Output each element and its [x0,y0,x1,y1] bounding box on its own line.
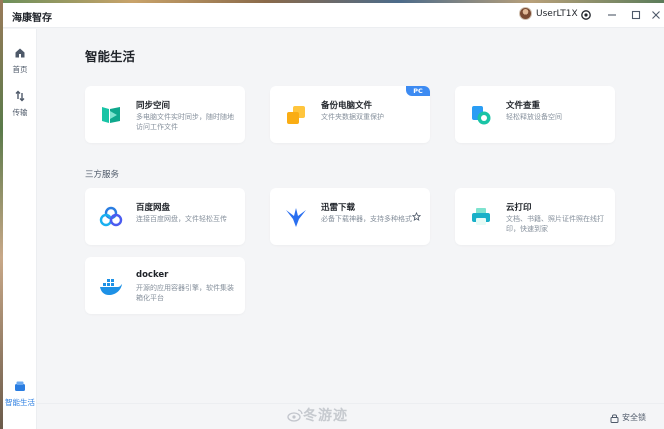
card-backup-files[interactable]: PC 备份电脑文件 文件夹数据双重保护 [270,86,430,143]
dedupe-icon [472,106,491,125]
transfer-icon [15,90,25,102]
card-cloud-print[interactable]: 云打印 文档、书籍、照片证件照在线打印，快速到家 [455,188,615,245]
card-description: 文档、书籍、照片证件照在线打印，快速到家 [506,215,604,233]
sidebar-item-smart-life[interactable]: 智能生活 [3,377,37,407]
card-title: 备份电脑文件 [321,101,373,111]
weibo-watermark-icon [287,409,303,422]
user-menu[interactable]: UserLT1X [519,7,578,20]
section-title-third-party: 三方服务 [85,170,120,180]
security-lock-button[interactable]: 安全锁 [610,412,646,423]
card-title: 迅雷下载 [321,203,356,213]
main-content: 智能生活 同步空间 多电脑文件实时同步，随时随地访问工作文件 PC 备份电脑文件… [37,29,664,403]
status-bar: 冬游迹 安全锁 [37,403,664,429]
sync-space-icon [102,107,120,123]
backup-icon [287,106,305,124]
sidebar-item-transfer[interactable]: 传输 [3,87,37,117]
sidebar-item-label: 首页 [12,65,28,74]
card-description: 轻松释放设备空间 [506,113,562,121]
card-description: 必备下载神器，支持多种格式 [321,215,412,223]
card-title: 文件查重 [506,101,541,111]
close-icon[interactable] [650,9,662,21]
cloud-print-icon [472,208,490,225]
card-sync-space[interactable]: 同步空间 多电脑文件实时同步，随时随地访问工作文件 [85,86,245,143]
card-description: 开源的应用容器引擎，软件集装箱化平台 [136,284,234,302]
username: UserLT1X [536,8,578,19]
pc-badge: PC [406,86,430,96]
card-title: docker [136,270,169,280]
card-title: 百度网盘 [136,203,171,213]
baidu-netdisk-icon [99,206,123,227]
sidebar-item-home[interactable]: 首页 [3,44,37,74]
avatar [519,7,532,20]
watermark-text: 冬游迹 [303,408,348,424]
card-baidu-netdisk[interactable]: 百度网盘 连接百度网盘，文件轻松互传 [85,188,245,245]
card-title: 同步空间 [136,101,171,111]
lock-label: 安全锁 [622,413,646,422]
docker-icon [100,279,122,295]
lock-icon [610,413,619,423]
watermark: 冬游迹 [287,405,348,425]
title-bar: 海康智存 UserLT1X [3,3,664,28]
app-window: 海康智存 UserLT1X 首页 传输 智能生活 智能生活 同步空间 多电脑文件… [0,0,664,429]
card-file-dedupe[interactable]: 文件查重 轻松释放设备空间 [455,86,615,143]
app-title: 海康智存 [12,13,52,24]
card-description: 文件夹数据双重保护 [321,113,384,121]
card-thunder-download[interactable]: 迅雷下载 必备下载神器，支持多种格式 [270,188,430,245]
card-docker[interactable]: docker 开源的应用容器引擎，软件集装箱化平台 [85,257,245,314]
card-description: 多电脑文件实时同步，随时随地访问工作文件 [136,113,234,131]
thunder-icon [286,208,306,227]
target-icon[interactable] [580,9,592,21]
smart-life-icon [15,381,25,391]
sidebar-item-label: 智能生活 [5,398,35,407]
page-title: 智能生活 [85,49,136,64]
minimize-icon[interactable] [606,9,618,21]
card-title: 云打印 [506,203,532,213]
sidebar: 首页 传输 智能生活 [3,29,37,429]
card-description: 连接百度网盘，文件轻松互传 [136,215,227,223]
maximize-icon[interactable] [630,9,642,21]
pin-icon[interactable] [412,212,421,221]
home-icon [15,48,25,58]
sidebar-item-label: 传输 [12,108,28,117]
